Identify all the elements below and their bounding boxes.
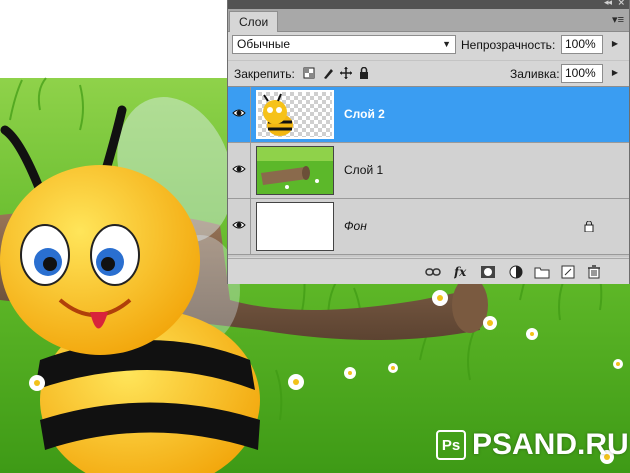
eye-icon: [232, 109, 246, 117]
lock-icon: [584, 221, 594, 232]
visibility-toggle[interactable]: [228, 199, 251, 254]
opacity-label: Непрозрачность:: [461, 38, 556, 52]
close-icon[interactable]: ×: [617, 0, 625, 8]
opacity-input[interactable]: 100%: [561, 35, 603, 54]
watermark-ps-badge: Ps: [436, 430, 466, 460]
layer-row-background[interactable]: Фон: [228, 199, 629, 255]
blend-opacity-row: Обычные ▼ Непрозрачность: 100% ▶: [228, 33, 629, 57]
lock-transparent-icon[interactable]: [303, 67, 315, 79]
svg-text:fx: fx: [454, 265, 467, 279]
layer-name[interactable]: Слой 2: [344, 107, 385, 121]
watermark: Ps PSAND.RU: [436, 427, 629, 463]
layer-name[interactable]: Слой 1: [344, 163, 383, 177]
opacity-slider-arrow-icon[interactable]: ▶: [608, 36, 622, 51]
fill-label: Заливка:: [510, 67, 560, 81]
watermark-text: PSAND.RU: [472, 428, 629, 461]
new-layer-icon[interactable]: [560, 265, 576, 279]
eye-icon: [232, 165, 246, 173]
link-icon[interactable]: [425, 265, 441, 279]
visibility-toggle[interactable]: [228, 87, 251, 142]
lock-label: Закрепить:: [234, 67, 295, 81]
panel-bottom-toolbar: fx: [228, 258, 629, 284]
panel-titlebar[interactable]: ◂◂ ×: [228, 0, 629, 9]
layer-thumbnail: [256, 202, 334, 251]
visibility-toggle[interactable]: [228, 143, 251, 198]
lock-position-icon[interactable]: [340, 67, 352, 79]
lock-all-icon[interactable]: [358, 67, 370, 79]
fill-slider-arrow-icon[interactable]: ▶: [608, 65, 622, 80]
layers-list: Слой 2 Слой 1 Фон: [228, 86, 629, 257]
blend-mode-select[interactable]: Обычные ▼: [232, 35, 456, 54]
layers-panel: ◂◂ × Слои ▾≡ Обычные ▼ Непрозрачность: 1…: [227, 0, 630, 284]
layer-name[interactable]: Фон: [344, 219, 367, 233]
fx-icon[interactable]: fx: [454, 265, 470, 279]
lock-image-icon[interactable]: [322, 67, 334, 79]
panel-menu-icon[interactable]: ▾≡: [612, 13, 624, 26]
eye-icon: [232, 221, 246, 229]
adjustment-icon[interactable]: [508, 265, 524, 279]
panel-tab-row: Слои ▾≡: [228, 9, 629, 32]
blend-mode-value: Обычные: [237, 37, 291, 51]
lock-fill-row: Закрепить: Заливка: 100% ▶: [228, 60, 629, 85]
fill-input[interactable]: 100%: [561, 64, 603, 83]
mask-icon[interactable]: [480, 265, 496, 279]
layer-row-1[interactable]: Слой 1: [228, 143, 629, 199]
collapse-arrows-icon[interactable]: ◂◂: [604, 0, 612, 8]
layer-thumbnail: [256, 146, 334, 195]
folder-icon[interactable]: [534, 265, 550, 279]
dropdown-arrow-icon: ▼: [442, 39, 451, 49]
trash-icon[interactable]: [586, 265, 602, 279]
layer-row-2[interactable]: Слой 2: [228, 87, 629, 143]
layer-thumbnail: [256, 90, 334, 139]
tab-layers[interactable]: Слои: [229, 11, 279, 32]
